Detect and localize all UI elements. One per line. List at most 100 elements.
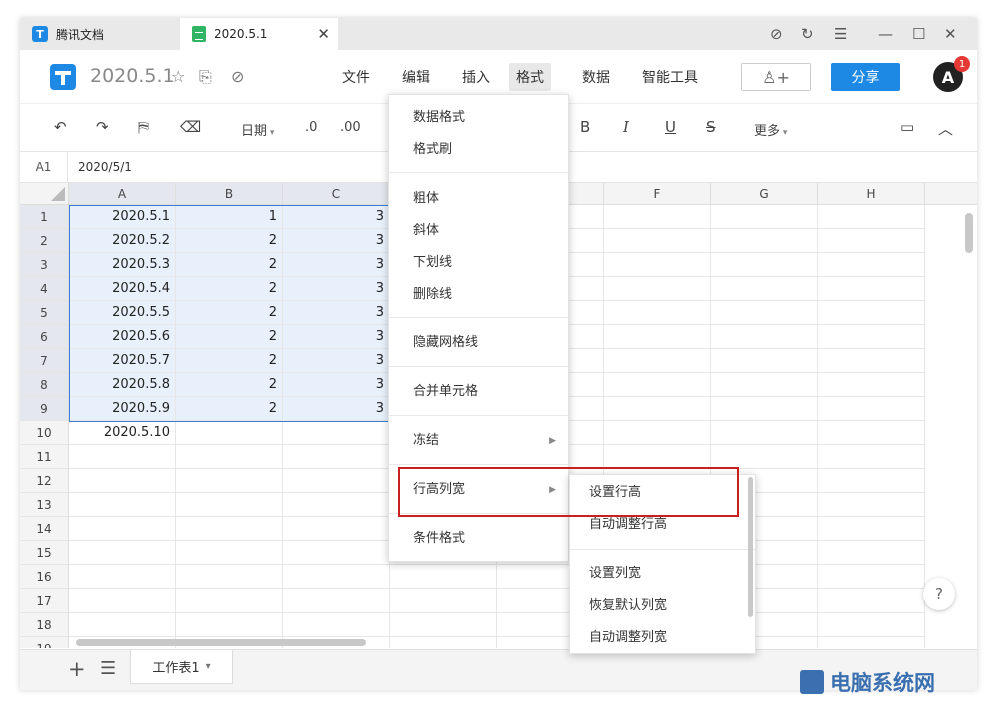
minimize-icon[interactable]: — xyxy=(878,18,893,50)
row-header[interactable]: 3 xyxy=(20,253,69,277)
table-cell[interactable] xyxy=(176,469,283,493)
column-header[interactable]: F xyxy=(604,183,711,205)
menu-item-data-format[interactable]: 数据格式 xyxy=(389,103,568,133)
table-cell[interactable] xyxy=(711,277,818,301)
compass-icon[interactable]: ⊘ xyxy=(770,18,783,50)
row-header[interactable]: 8 xyxy=(20,373,69,397)
collapse-toolbar-icon[interactable]: ︿ xyxy=(938,118,953,139)
sheet-tab[interactable]: 工作表1 ▾ xyxy=(130,650,233,684)
table-cell[interactable] xyxy=(283,613,390,637)
more-dropdown[interactable]: 更多 ▾ xyxy=(754,120,787,139)
table-cell[interactable]: 3 xyxy=(283,301,390,325)
chevron-down-icon[interactable]: ▾ xyxy=(206,661,211,672)
table-cell[interactable] xyxy=(69,493,176,517)
table-cell[interactable] xyxy=(818,613,925,637)
menu-item-conditional-format[interactable]: 条件格式 xyxy=(389,524,568,554)
table-cell[interactable]: 1 xyxy=(176,205,283,229)
menu-item-italic[interactable]: 斜体 xyxy=(389,216,568,246)
column-header[interactable]: B xyxy=(176,183,283,205)
table-cell[interactable] xyxy=(711,229,818,253)
row-header[interactable]: 15 xyxy=(20,541,69,565)
table-cell[interactable]: 2020.5.2 xyxy=(69,229,176,253)
add-sheet-icon[interactable]: + xyxy=(68,657,86,681)
table-cell[interactable]: 2020.5.10 xyxy=(69,421,176,445)
table-cell[interactable] xyxy=(176,589,283,613)
table-cell[interactable] xyxy=(604,445,711,469)
table-cell[interactable] xyxy=(176,517,283,541)
row-header[interactable]: 6 xyxy=(20,325,69,349)
table-cell[interactable]: 2 xyxy=(176,277,283,301)
table-cell[interactable] xyxy=(283,517,390,541)
row-header[interactable]: 14 xyxy=(20,517,69,541)
document-title[interactable]: 2020.5.1 xyxy=(90,65,175,87)
row-header[interactable]: 9 xyxy=(20,397,69,421)
table-cell[interactable] xyxy=(283,589,390,613)
table-cell[interactable] xyxy=(69,445,176,469)
submenu-scrollbar[interactable] xyxy=(748,477,753,617)
menu-format[interactable]: 格式 xyxy=(509,63,551,91)
table-cell[interactable] xyxy=(818,205,925,229)
undo-icon[interactable]: ↶ xyxy=(54,118,67,136)
add-collaborator-button[interactable]: ♙+ xyxy=(741,63,811,91)
table-cell[interactable] xyxy=(818,397,925,421)
table-cell[interactable]: 2020.5.3 xyxy=(69,253,176,277)
column-header[interactable]: C xyxy=(283,183,390,205)
clear-format-icon[interactable]: ⌫ xyxy=(180,118,201,136)
table-cell[interactable] xyxy=(176,565,283,589)
submenu-item-auto-column-width[interactable]: 自动调整列宽 xyxy=(570,623,755,653)
table-cell[interactable] xyxy=(818,373,925,397)
table-cell[interactable]: 3 xyxy=(283,325,390,349)
menu-item-hide-gridlines[interactable]: 隐藏网格线 xyxy=(389,328,568,358)
close-window-icon[interactable]: ✕ xyxy=(944,18,957,50)
menu-item-strikethrough[interactable]: 删除线 xyxy=(389,280,568,310)
table-cell[interactable]: 2 xyxy=(176,349,283,373)
table-cell[interactable] xyxy=(390,565,497,589)
table-cell[interactable] xyxy=(604,373,711,397)
table-cell[interactable]: 3 xyxy=(283,373,390,397)
table-cell[interactable]: 3 xyxy=(283,277,390,301)
row-header[interactable]: 18 xyxy=(20,613,69,637)
table-cell[interactable] xyxy=(176,541,283,565)
table-cell[interactable] xyxy=(711,253,818,277)
table-cell[interactable] xyxy=(711,301,818,325)
menu-smart-tools[interactable]: 智能工具 xyxy=(635,63,705,91)
table-cell[interactable]: 3 xyxy=(283,205,390,229)
table-cell[interactable] xyxy=(818,589,925,613)
table-cell[interactable] xyxy=(604,205,711,229)
table-cell[interactable] xyxy=(176,493,283,517)
table-cell[interactable]: 3 xyxy=(283,253,390,277)
table-cell[interactable] xyxy=(176,421,283,445)
row-header[interactable]: 12 xyxy=(20,469,69,493)
table-cell[interactable]: 2020.5.6 xyxy=(69,325,176,349)
menu-item-freeze[interactable]: 冻结 ▶ xyxy=(389,426,568,456)
horizontal-scrollbar[interactable] xyxy=(76,639,366,646)
table-cell[interactable]: 2020.5.4 xyxy=(69,277,176,301)
table-cell[interactable] xyxy=(818,637,925,648)
table-cell[interactable] xyxy=(818,277,925,301)
row-header[interactable]: 13 xyxy=(20,493,69,517)
table-cell[interactable]: 2020.5.9 xyxy=(69,397,176,421)
table-cell[interactable]: 3 xyxy=(283,349,390,373)
number-format-dropdown[interactable]: 日期 ▾ xyxy=(241,120,274,139)
maximize-icon[interactable]: ☐ xyxy=(912,18,925,50)
menu-item-bold[interactable]: 粗体 xyxy=(389,184,568,214)
table-cell[interactable] xyxy=(711,205,818,229)
table-cell[interactable] xyxy=(711,373,818,397)
table-cell[interactable] xyxy=(390,613,497,637)
table-cell[interactable] xyxy=(711,325,818,349)
table-cell[interactable] xyxy=(818,301,925,325)
underline-button[interactable]: U xyxy=(665,118,676,136)
increase-decimal-button[interactable]: .00 xyxy=(340,120,361,135)
table-cell[interactable] xyxy=(69,589,176,613)
table-cell[interactable] xyxy=(604,421,711,445)
format-painter-icon[interactable]: ⛿ xyxy=(138,118,149,136)
table-cell[interactable] xyxy=(69,517,176,541)
table-cell[interactable] xyxy=(390,637,497,648)
table-cell[interactable] xyxy=(818,517,925,541)
table-cell[interactable] xyxy=(283,493,390,517)
table-cell[interactable]: 3 xyxy=(283,397,390,421)
table-cell[interactable] xyxy=(283,445,390,469)
menu-icon[interactable]: ☰ xyxy=(834,18,847,50)
table-cell[interactable] xyxy=(604,301,711,325)
table-cell[interactable] xyxy=(711,397,818,421)
